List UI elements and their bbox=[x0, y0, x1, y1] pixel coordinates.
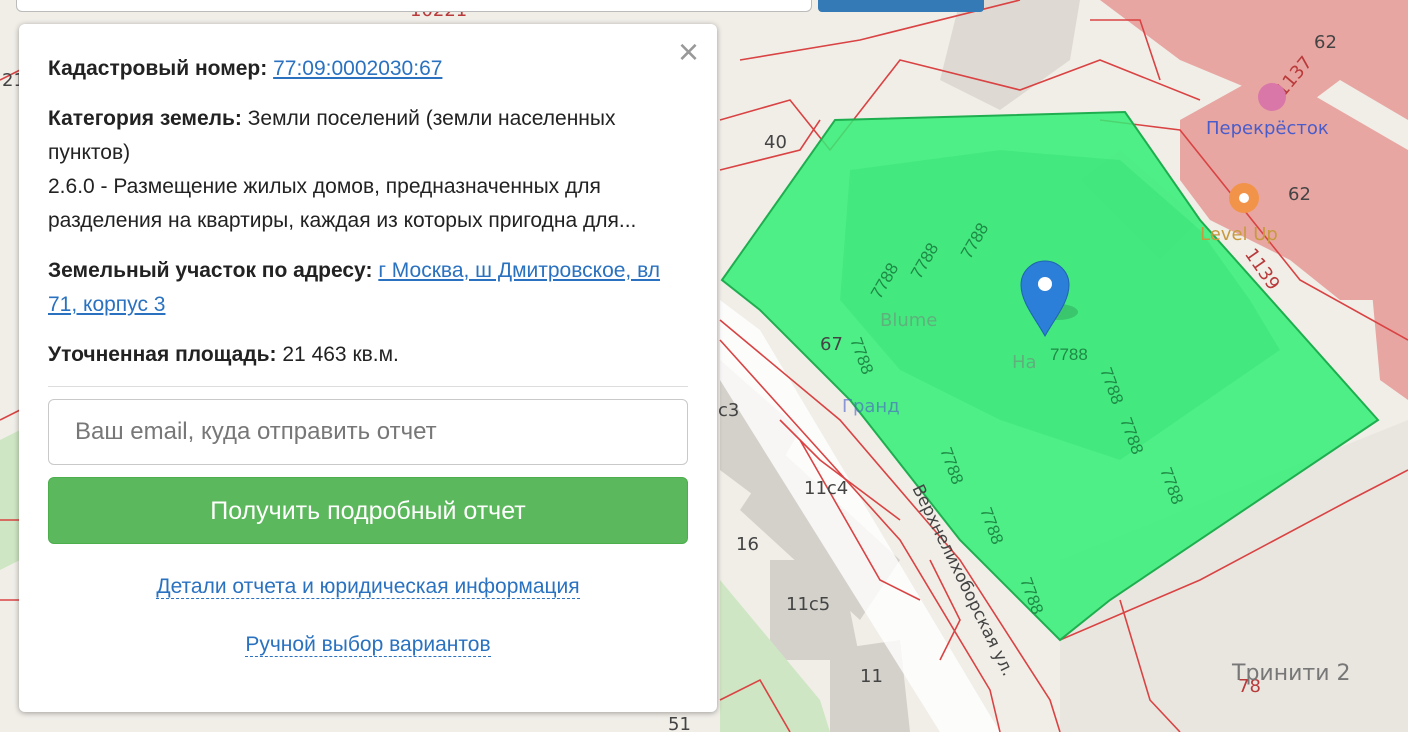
close-icon[interactable]: × bbox=[678, 34, 699, 70]
land-category-label: Категория земель: bbox=[48, 107, 242, 130]
report-details-link[interactable]: Детали отчета и юридическая информация bbox=[156, 575, 580, 599]
parcel-info-popup: × Кадастровый номер: 77:09:0002030:67 Ка… bbox=[19, 24, 717, 712]
map-label-trinity: Тринити 2 bbox=[1231, 661, 1351, 686]
cadastral-number-label: Кадастровый номер: bbox=[48, 57, 268, 80]
cadastral-number-row: Кадастровый номер: 77:09:0002030:67 bbox=[48, 52, 688, 86]
email-field[interactable] bbox=[48, 399, 688, 465]
area-label: Уточненная площадь: bbox=[48, 343, 277, 366]
search-input[interactable] bbox=[16, 0, 812, 12]
map-label-levelup: Level Up bbox=[1200, 224, 1278, 245]
map-label-grand: Гранд bbox=[842, 396, 900, 417]
map-label-blume: Blume bbox=[880, 310, 937, 331]
search-button[interactable] bbox=[818, 0, 984, 12]
map-label-perekrestok: Перекрёсток bbox=[1206, 118, 1329, 139]
land-category-row: Категория земель: Земли поселений (земли… bbox=[48, 102, 688, 238]
land-usage-text: 2.6.0 - Размещение жилых домов, предназн… bbox=[48, 175, 637, 232]
shop-icon[interactable] bbox=[1258, 83, 1286, 111]
map-label-16: 16 bbox=[736, 534, 759, 555]
map-label-67: 67 bbox=[820, 334, 843, 355]
report-details-link-wrap: Детали отчета и юридическая информация bbox=[48, 570, 688, 604]
address-label: Земельный участок по адресу: bbox=[48, 259, 373, 282]
address-row: Земельный участок по адресу: г Москва, ш… bbox=[48, 254, 688, 322]
map-label-62b: 62 bbox=[1288, 184, 1311, 205]
get-report-button[interactable]: Получить подробный отчет bbox=[48, 477, 688, 544]
manual-selection-link-wrap: Ручной выбор вариантов bbox=[48, 628, 688, 662]
cadastral-number-link[interactable]: 77:09:0002030:67 bbox=[273, 57, 442, 80]
divider bbox=[48, 386, 688, 387]
map-label-c3: с3 bbox=[718, 400, 739, 421]
map-label-11c4: 11с4 bbox=[804, 478, 848, 499]
parcel-number: 7788 bbox=[1050, 345, 1088, 364]
map-label-11c5: 11с5 bbox=[786, 594, 830, 615]
area-value: 21 463 кв.м. bbox=[282, 343, 399, 366]
area-row: Уточненная площадь: 21 463 кв.м. bbox=[48, 338, 688, 372]
manual-selection-link[interactable]: Ручной выбор вариантов bbox=[245, 633, 491, 657]
map-label-62a: 62 bbox=[1314, 32, 1337, 53]
map-label-40: 40 bbox=[764, 132, 787, 153]
map-label-11: 11 bbox=[860, 666, 883, 687]
map-label-ha: На bbox=[1012, 352, 1037, 373]
map-label-51: 51 bbox=[668, 714, 691, 732]
